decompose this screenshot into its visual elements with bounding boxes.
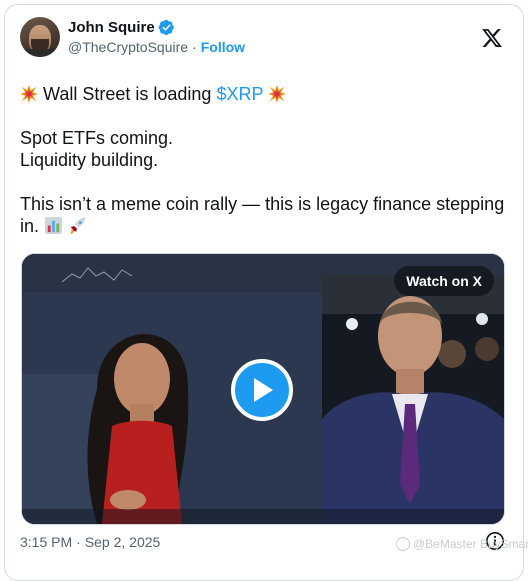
avatar[interactable] <box>20 17 60 57</box>
author-info: John Squire @TheCryptoSquire · Follow <box>68 17 245 57</box>
tweet-line-2: Spot ETFs coming. <box>20 128 174 148</box>
tweet-header: John Squire @TheCryptoSquire · Follow <box>20 17 245 57</box>
tweet-text: Wall Street is loading $XRP Spot ETFs co… <box>20 83 510 237</box>
x-logo-icon[interactable] <box>481 27 503 49</box>
verified-badge-icon <box>158 19 174 35</box>
collision-emoji-icon <box>268 85 287 103</box>
author-name[interactable]: John Squire <box>68 19 155 36</box>
video-player[interactable]: Watch on X <box>21 253 505 525</box>
cashtag-link[interactable]: $XRP <box>216 84 263 104</box>
timestamp-row: 3:15 PM · Sep 2, 2025 <box>20 534 160 550</box>
handle-separator: · <box>192 39 197 55</box>
watermark-text: @BeMaster BuySmart <box>413 537 528 551</box>
tweet-line-4: This isn’t a meme coin rally — this is l… <box>20 193 510 237</box>
watermark: @BeMaster BuySmart <box>396 537 528 551</box>
author-handle[interactable]: @TheCryptoSquire <box>68 39 188 55</box>
play-button[interactable] <box>231 359 293 421</box>
tweet-line-1-text: Wall Street is loading <box>43 84 217 104</box>
tweet-card: John Squire @TheCryptoSquire · Follow Wa… <box>4 4 524 581</box>
tweet-date[interactable]: Sep 2, 2025 <box>85 534 161 550</box>
name-row: John Squire <box>68 17 245 37</box>
bar-chart-emoji-icon <box>44 216 63 235</box>
tweet-line-4-text: This isn’t a meme coin rally — this is l… <box>20 194 505 236</box>
tweet-line-1: Wall Street is loading $XRP <box>20 83 510 105</box>
tweet-time[interactable]: 3:15 PM <box>20 534 72 550</box>
watermark-icon <box>396 537 410 551</box>
avatar-shirt <box>20 49 60 57</box>
rocket-emoji-icon <box>70 217 86 235</box>
handle-row: @TheCryptoSquire · Follow <box>68 37 245 57</box>
play-icon <box>254 378 273 402</box>
watch-on-x-button[interactable]: Watch on X <box>394 266 494 296</box>
tweet-line-3: Liquidity building. <box>20 150 159 170</box>
follow-button[interactable]: Follow <box>201 39 245 55</box>
collision-emoji-icon <box>20 85 38 103</box>
time-separator: · <box>76 534 81 550</box>
